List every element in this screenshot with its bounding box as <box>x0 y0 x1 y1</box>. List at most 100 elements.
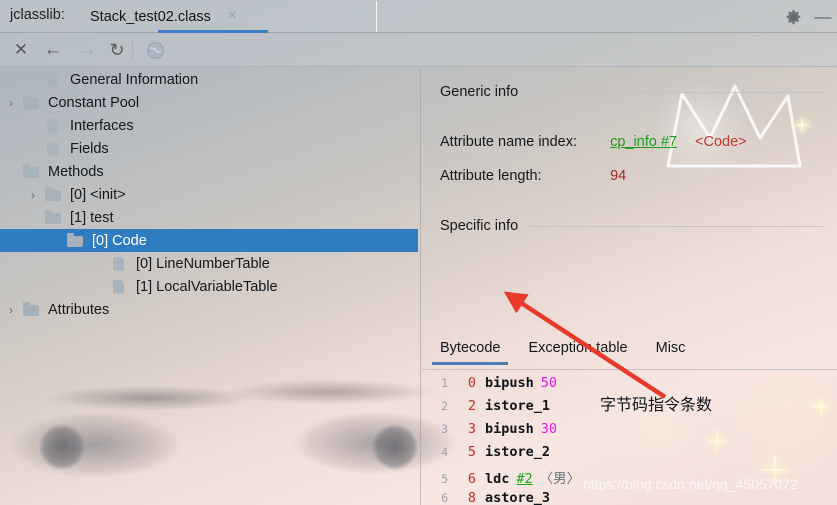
constant-pool-ref-link[interactable]: #2 <box>516 471 532 487</box>
folder-icon <box>22 164 42 180</box>
bytecode-operand: 30 <box>541 421 557 437</box>
tree-item[interactable]: ⱟ Methods <box>0 160 418 183</box>
close-button[interactable]: ✕ <box>8 38 34 62</box>
chevron-right-icon[interactable]: › <box>0 96 22 110</box>
panel-divider[interactable] <box>420 68 421 505</box>
reload-button[interactable]: ↻ <box>104 38 130 62</box>
tree-item[interactable]: Interfaces <box>0 114 418 137</box>
specific-info-tabs: Bytecode Exception table Misc <box>440 340 685 365</box>
tree-item-label: [0] LineNumberTable <box>136 256 270 272</box>
app-name-label: jclasslib: <box>10 7 65 23</box>
attribute-detail-panel: Generic info Attribute name index: cp_in… <box>422 68 837 505</box>
tree-item[interactable]: › Constant Pool <box>0 91 418 114</box>
line-number: 6 <box>422 491 448 505</box>
bytecode-opcode: istore_1 <box>485 398 550 414</box>
bytecode-comment: 〈男〉 <box>540 467 581 487</box>
class-structure-tree[interactable]: General Information › Constant Pool Interfa… <box>0 68 418 505</box>
titlebar-divider <box>376 1 377 32</box>
chevron-down-icon[interactable]: ⱟ <box>0 165 22 179</box>
bytecode-offset: 3 <box>460 421 476 437</box>
arrow-left-icon: ← <box>44 39 63 61</box>
tree-item-label: Methods <box>48 164 104 180</box>
folder-icon <box>44 187 64 203</box>
bytecode-offset: 2 <box>460 398 476 414</box>
tab-misc[interactable]: Misc <box>656 340 686 365</box>
tab-exception-table[interactable]: Exception table <box>528 340 627 365</box>
back-button[interactable]: ← <box>40 38 66 62</box>
reload-icon: ↻ <box>109 40 124 61</box>
tree-item[interactable]: Fields <box>0 137 418 160</box>
bytecode-offset: 5 <box>460 444 476 460</box>
page-icon <box>44 72 64 88</box>
bytecode-offset: 6 <box>460 471 476 487</box>
tab-bytecode[interactable]: Bytecode <box>440 340 500 365</box>
close-tab-icon[interactable]: × <box>228 8 237 23</box>
folder-icon <box>66 233 86 249</box>
tab-label: Stack_test02.class <box>90 9 211 25</box>
line-number: 1 <box>422 376 448 390</box>
tree-item[interactable]: ⱟ [1] test <box>0 206 418 229</box>
bytecode-opcode: bipush <box>485 375 534 391</box>
tree-item[interactable]: ⱟ [0] Code <box>0 229 418 252</box>
chevron-right-icon[interactable]: › <box>0 303 22 317</box>
tree-item[interactable]: [1] LocalVariableTable <box>0 275 418 298</box>
watermark: https://blog.csdn.net/qq_45057072 <box>583 476 798 492</box>
specific-info-title: Specific info <box>440 218 518 234</box>
bytecode-row[interactable]: 4 5 istore_2 <box>422 444 837 467</box>
chevron-down-icon[interactable]: ⱟ <box>44 234 66 248</box>
toolbar: ✕ ← → ↻ <box>0 33 837 67</box>
attribute-name-index-label: Attribute name index: <box>440 134 562 150</box>
bytecode-row[interactable]: 3 3 bipush 30 <box>422 421 837 444</box>
attribute-length-value: 94 <box>610 168 626 184</box>
line-number: 2 <box>422 399 448 413</box>
title-bar: jclasslib: Stack_test02.class × — <box>0 0 837 33</box>
page-icon <box>110 256 130 272</box>
bytecode-opcode: istore_2 <box>485 444 550 460</box>
bytecode-row[interactable]: 6 8 astore_3 <box>422 490 837 505</box>
folder-icon <box>22 302 42 318</box>
gear-icon[interactable] <box>782 6 804 28</box>
generic-info-header: Generic info <box>440 84 837 100</box>
chevron-down-icon[interactable]: ⱟ <box>22 211 44 225</box>
bytecode-opcode: bipush <box>485 421 534 437</box>
close-icon: ✕ <box>14 40 28 60</box>
bytecode-offset: 8 <box>460 490 476 505</box>
attribute-name-index-comment: <Code> <box>695 134 747 150</box>
page-icon <box>44 141 64 157</box>
tree-item[interactable]: › Attributes <box>0 298 418 321</box>
globe-icon <box>146 41 165 60</box>
tab-stack-test02-class[interactable]: Stack_test02.class <box>78 0 237 33</box>
tree-item-label: Fields <box>70 141 109 157</box>
line-number: 3 <box>422 422 448 436</box>
minimize-button[interactable]: — <box>812 6 834 28</box>
arrow-right-icon: → <box>78 39 97 61</box>
tree-item[interactable]: General Information <box>0 68 418 91</box>
tabs-bottom-rule <box>422 369 837 370</box>
tree-item[interactable]: › [0] <init> <box>0 183 418 206</box>
tree-item-label: [1] test <box>70 210 114 226</box>
line-number: 5 <box>422 472 448 486</box>
tree-item-label: [1] LocalVariableTable <box>136 279 278 295</box>
tree-item-label: [0] <init> <box>70 187 126 203</box>
annotation-label: 字节码指令条数 <box>600 391 712 415</box>
toolbar-separator <box>132 40 133 60</box>
bytecode-offset: 0 <box>460 375 476 391</box>
page-icon <box>44 118 64 134</box>
jclasslib-window: jclasslib: Stack_test02.class × — ✕ ← → … <box>0 0 837 505</box>
cp-info-link[interactable]: cp_info #7 <box>610 134 677 150</box>
forward-button[interactable]: → <box>74 38 100 62</box>
bytecode-opcode: astore_3 <box>485 490 550 505</box>
folder-icon <box>22 95 42 111</box>
bytecode-opcode: ldc <box>485 471 509 487</box>
bytecode-operand: 50 <box>541 375 557 391</box>
specific-info-header: Specific info <box>440 218 837 234</box>
browse-button[interactable] <box>142 38 168 62</box>
tree-item-label: General Information <box>70 72 198 88</box>
tree-item[interactable]: [0] LineNumberTable <box>0 252 418 275</box>
tree-item-label: Constant Pool <box>48 95 139 111</box>
line-number: 4 <box>422 445 448 459</box>
chevron-right-icon[interactable]: › <box>22 188 44 202</box>
generic-info-title: Generic info <box>440 84 518 100</box>
section-rule <box>530 226 823 227</box>
attribute-length-label: Attribute length: <box>440 168 562 184</box>
